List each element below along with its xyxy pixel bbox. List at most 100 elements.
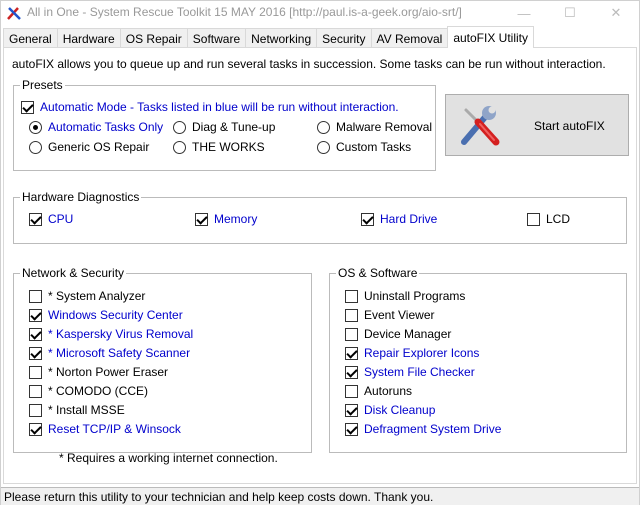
checkbox-hard-drive[interactable]: Hard Drive <box>361 212 437 226</box>
net-checkbox-3[interactable]: * Microsoft Safety Scanner <box>29 346 190 360</box>
os-checkbox-0[interactable]: Uninstall Programs <box>345 289 465 303</box>
radio-automatic-tasks-only[interactable]: Automatic Tasks Only <box>29 120 163 134</box>
checkbox-box <box>29 327 42 341</box>
net-checkbox-2[interactable]: * Kaspersky Virus Removal <box>29 327 193 341</box>
radio-custom-tasks[interactable]: Custom Tasks <box>317 140 411 154</box>
checkbox-label: CPU <box>48 212 74 226</box>
checkbox-label: Defragment System Drive <box>364 422 502 436</box>
tab-general[interactable]: General <box>3 28 58 48</box>
checkbox-memory[interactable]: Memory <box>195 212 257 226</box>
radio-generic-os-repair[interactable]: Generic OS Repair <box>29 140 149 154</box>
checkbox-box <box>29 308 42 322</box>
checkbox-box <box>345 327 358 341</box>
checkbox-box <box>29 346 42 360</box>
automatic-mode-label: Automatic Mode - Tasks listed in blue wi… <box>40 100 399 114</box>
os-checkbox-4[interactable]: System File Checker <box>345 365 475 379</box>
checkbox-box <box>345 403 358 417</box>
checkbox-label: * System Analyzer <box>48 289 146 303</box>
close-button[interactable]: ✕ <box>593 1 639 25</box>
footnote-text: * Requires a working internet connection… <box>59 451 278 465</box>
checkbox-label: * Install MSSE <box>48 403 125 417</box>
window-title: All in One - System Rescue Toolkit 15 MA… <box>27 5 462 19</box>
title-bar[interactable]: All in One - System Rescue Toolkit 15 MA… <box>1 1 639 25</box>
tab-security[interactable]: Security <box>316 28 372 48</box>
radio-label: Diag & Tune-up <box>192 120 276 134</box>
radio-malware-removal[interactable]: Malware Removal <box>317 120 432 134</box>
radio-label: Generic OS Repair <box>48 140 150 154</box>
radio-circle <box>29 120 42 134</box>
radio-the-works[interactable]: THE WORKS <box>173 140 265 154</box>
checkbox-box <box>29 212 42 226</box>
app-window: All in One - System Rescue Toolkit 15 MA… <box>0 0 640 505</box>
tab-autofix-utility[interactable]: autoFIX Utility <box>447 26 535 48</box>
tab-networking[interactable]: Networking <box>245 28 318 48</box>
start-autofix-button[interactable]: Start autoFIX <box>445 94 629 156</box>
checkbox-cpu[interactable]: CPU <box>29 212 73 226</box>
maximize-button[interactable]: ☐ <box>547 1 593 25</box>
presets-legend: Presets <box>20 78 65 92</box>
checkbox-label: Repair Explorer Icons <box>364 346 480 360</box>
tab-hardware[interactable]: Hardware <box>56 28 121 48</box>
app-icon <box>7 7 21 20</box>
checkbox-box <box>29 422 42 436</box>
checkbox-box <box>29 403 42 417</box>
net-checkbox-6[interactable]: * Install MSSE <box>29 403 125 417</box>
checkbox-box <box>345 346 358 360</box>
checkbox-box <box>527 212 540 226</box>
radio-circle <box>317 120 330 134</box>
radio-label: Malware Removal <box>336 120 433 134</box>
os-legend: OS & Software <box>336 266 420 280</box>
checkbox-label: Hard Drive <box>380 212 438 226</box>
checkbox-label: Device Manager <box>364 327 452 341</box>
net-checkbox-5[interactable]: * COMODO (CCE) <box>29 384 148 398</box>
net-checkbox-0[interactable]: * System Analyzer <box>29 289 145 303</box>
radio-circle <box>317 140 330 154</box>
checkbox-label: LCD <box>546 212 571 226</box>
status-text: Please return this utility to your techn… <box>4 490 434 504</box>
checkbox-box <box>345 308 358 322</box>
os-checkbox-7[interactable]: Defragment System Drive <box>345 422 501 436</box>
net-checkbox-1[interactable]: Windows Security Center <box>29 308 183 322</box>
tab-av-removal[interactable]: AV Removal <box>370 28 449 48</box>
checkbox-label: Disk Cleanup <box>364 403 436 417</box>
radio-label: Custom Tasks <box>336 140 412 154</box>
checkbox-label: * Kaspersky Virus Removal <box>48 327 194 341</box>
net-checkbox-7[interactable]: Reset TCP/IP & Winsock <box>29 422 181 436</box>
checkbox-lcd[interactable]: LCD <box>527 212 570 226</box>
tab-software[interactable]: Software <box>186 28 247 48</box>
checkbox-label: Event Viewer <box>364 308 435 322</box>
close-icon: ✕ <box>610 5 622 20</box>
os-checkbox-1[interactable]: Event Viewer <box>345 308 434 322</box>
tools-icon <box>461 106 500 146</box>
minimize-button[interactable]: — <box>501 1 547 25</box>
os-checkbox-3[interactable]: Repair Explorer Icons <box>345 346 479 360</box>
checkbox-box <box>29 289 42 303</box>
checkbox-box <box>345 289 358 303</box>
os-checkbox-2[interactable]: Device Manager <box>345 327 451 341</box>
automatic-mode-checkbox[interactable]: Automatic Mode - Tasks listed in blue wi… <box>21 100 399 114</box>
start-autofix-label: Start autoFIX <box>534 119 605 133</box>
checkbox-label: * Norton Power Eraser <box>48 365 169 379</box>
checkbox-box <box>29 365 42 379</box>
maximize-icon: ☐ <box>564 5 576 20</box>
status-bar: Please return this utility to your techn… <box>1 487 639 505</box>
checkbox-box <box>345 422 358 436</box>
checkbox-label: System File Checker <box>364 365 475 379</box>
checkbox-box <box>361 212 374 226</box>
checkbox-label: Uninstall Programs <box>364 289 466 303</box>
os-checkbox-6[interactable]: Disk Cleanup <box>345 403 435 417</box>
intro-text: autoFIX allows you to queue up and run s… <box>12 57 606 71</box>
hardware-legend: Hardware Diagnostics <box>20 190 142 204</box>
radio-circle <box>173 140 186 154</box>
os-checkbox-5[interactable]: Autoruns <box>345 384 412 398</box>
checkbox-box <box>21 100 34 114</box>
checkbox-box <box>29 384 42 398</box>
net-checkbox-4[interactable]: * Norton Power Eraser <box>29 365 168 379</box>
radio-circle <box>173 120 186 134</box>
tab-os-repair[interactable]: OS Repair <box>119 28 188 48</box>
radio-diag-tune-up[interactable]: Diag & Tune-up <box>173 120 275 134</box>
checkbox-box <box>345 365 358 379</box>
checkbox-label: Memory <box>214 212 258 226</box>
checkbox-label: Autoruns <box>364 384 413 398</box>
radio-circle <box>29 140 42 154</box>
